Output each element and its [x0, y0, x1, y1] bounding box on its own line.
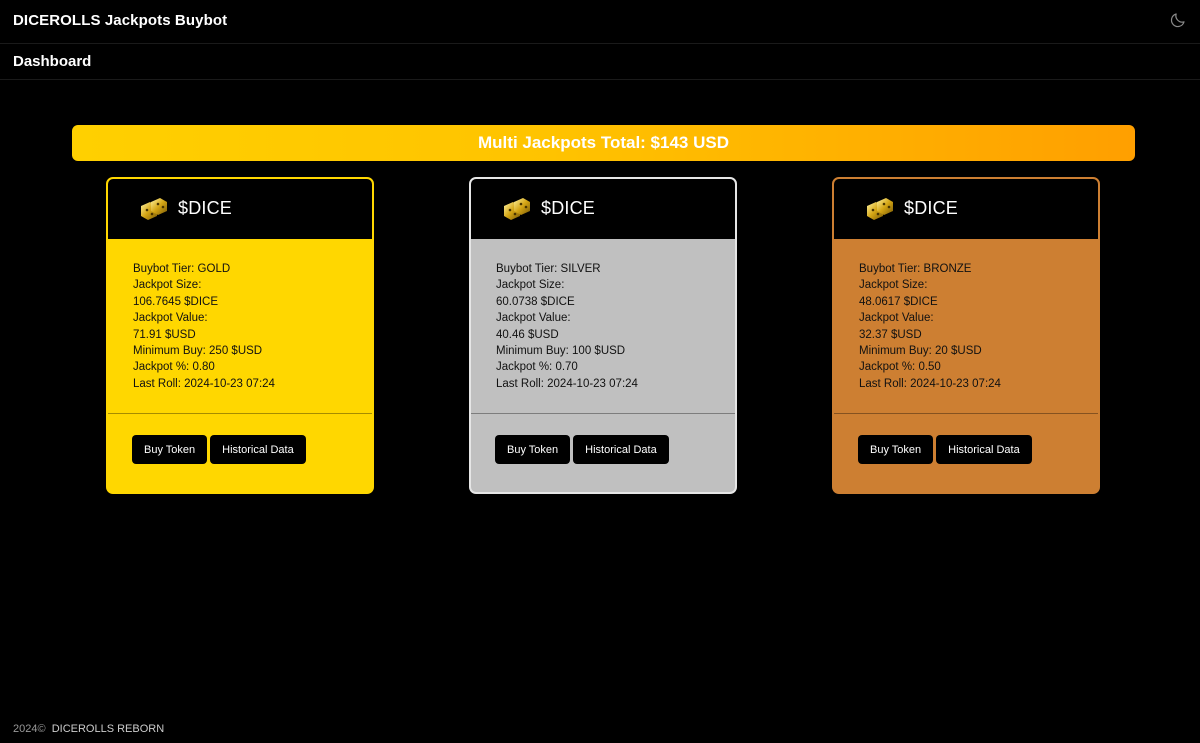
buy-token-button[interactable]: Buy Token — [495, 435, 571, 464]
jackpot-value-label: Jackpot Value: — [496, 312, 571, 325]
jackpot-size-value: 48.0617 $DICE — [859, 295, 938, 308]
card-body: Buybot Tier: BRONZE Jackpot Size: 48.061… — [834, 239, 1098, 414]
minimum-buy-line: Minimum Buy: 250 $USD — [133, 345, 263, 358]
last-roll-line: Last Roll: 2024-10-23 07:24 — [496, 377, 638, 390]
moon-icon — [1170, 12, 1185, 27]
tier-line: Buybot Tier: BRONZE — [859, 263, 972, 275]
card-body: Buybot Tier: SILVER Jackpot Size: 60.073… — [471, 239, 735, 414]
nav-bar: Dashboard — [0, 44, 1200, 80]
nav-dashboard-link[interactable]: Dashboard — [13, 53, 91, 70]
jackpot-percent-line: Jackpot %: 0.50 — [859, 361, 941, 374]
jackpot-value-label: Jackpot Value: — [133, 312, 208, 325]
minimum-buy-line: Minimum Buy: 20 $USD — [859, 345, 982, 358]
card-header: $DICE — [834, 179, 1098, 239]
tier-line: Buybot Tier: GOLD — [133, 263, 231, 275]
card-body: Buybot Tier: GOLD Jackpot Size: 106.7645… — [108, 239, 372, 414]
jackpot-size-value: 60.0738 $DICE — [496, 295, 575, 308]
historical-data-button[interactable]: Historical Data — [210, 435, 306, 464]
minimum-buy-line: Minimum Buy: 100 $USD — [496, 345, 626, 358]
card-header: $DICE — [108, 179, 372, 239]
dice-icon — [867, 197, 893, 220]
footer-year: 2024© — [13, 723, 46, 735]
token-name: $DICE — [178, 198, 233, 218]
last-roll-line: Last Roll: 2024-10-23 07:24 — [859, 377, 1001, 390]
tier-line: Buybot Tier: SILVER — [496, 263, 601, 275]
jackpot-size-label: Jackpot Size: — [133, 279, 202, 292]
top-bar: DICEROLLS Jackpots Buybot — [0, 0, 1200, 44]
card-footer: Buy Token Historical Data — [108, 414, 372, 464]
jackpot-value-amount: 71.91 $USD — [133, 328, 196, 341]
card-header: $DICE — [471, 179, 735, 239]
card-footer: Buy Token Historical Data — [834, 414, 1098, 464]
historical-data-button[interactable]: Historical Data — [573, 435, 669, 464]
jackpot-percent-line: Jackpot %: 0.70 — [496, 361, 578, 374]
jackpot-card-gold: $DICE Buybot Tier: GOLD Jackpot Size: 10… — [106, 177, 374, 494]
token-name: $DICE — [904, 198, 959, 218]
dice-icon — [141, 197, 167, 220]
jackpot-size-label: Jackpot Size: — [496, 279, 565, 292]
jackpots-total-banner: Multi Jackpots Total: $143 USD — [72, 125, 1135, 161]
buy-token-button[interactable]: Buy Token — [132, 435, 208, 464]
jackpot-percent-line: Jackpot %: 0.80 — [133, 361, 215, 374]
token-name: $DICE — [541, 198, 596, 218]
jackpot-value-amount: 40.46 $USD — [496, 328, 559, 341]
jackpot-size-value: 106.7645 $DICE — [133, 295, 219, 308]
jackpot-value-label: Jackpot Value: — [859, 312, 934, 325]
jackpot-size-label: Jackpot Size: — [859, 279, 928, 292]
dice-icon — [504, 197, 530, 220]
app-title: DICEROLLS Jackpots Buybot — [13, 12, 228, 29]
historical-data-button[interactable]: Historical Data — [936, 435, 1032, 464]
jackpots-total-text: Multi Jackpots Total: $143 USD — [478, 133, 729, 152]
page-footer: 2024© DICEROLLS REBORN — [13, 723, 164, 735]
jackpot-card-bronze: $DICE Buybot Tier: BRONZE Jackpot Size: … — [832, 177, 1100, 494]
card-footer: Buy Token Historical Data — [471, 414, 735, 464]
footer-brand: DICEROLLS REBORN — [51, 723, 165, 735]
jackpot-card-silver: $DICE Buybot Tier: SILVER Jackpot Size: … — [469, 177, 737, 494]
jackpot-value-amount: 32.37 $USD — [859, 328, 922, 341]
last-roll-line: Last Roll: 2024-10-23 07:24 — [133, 377, 275, 390]
buy-token-button[interactable]: Buy Token — [858, 435, 934, 464]
theme-toggle-button[interactable] — [1168, 10, 1188, 30]
